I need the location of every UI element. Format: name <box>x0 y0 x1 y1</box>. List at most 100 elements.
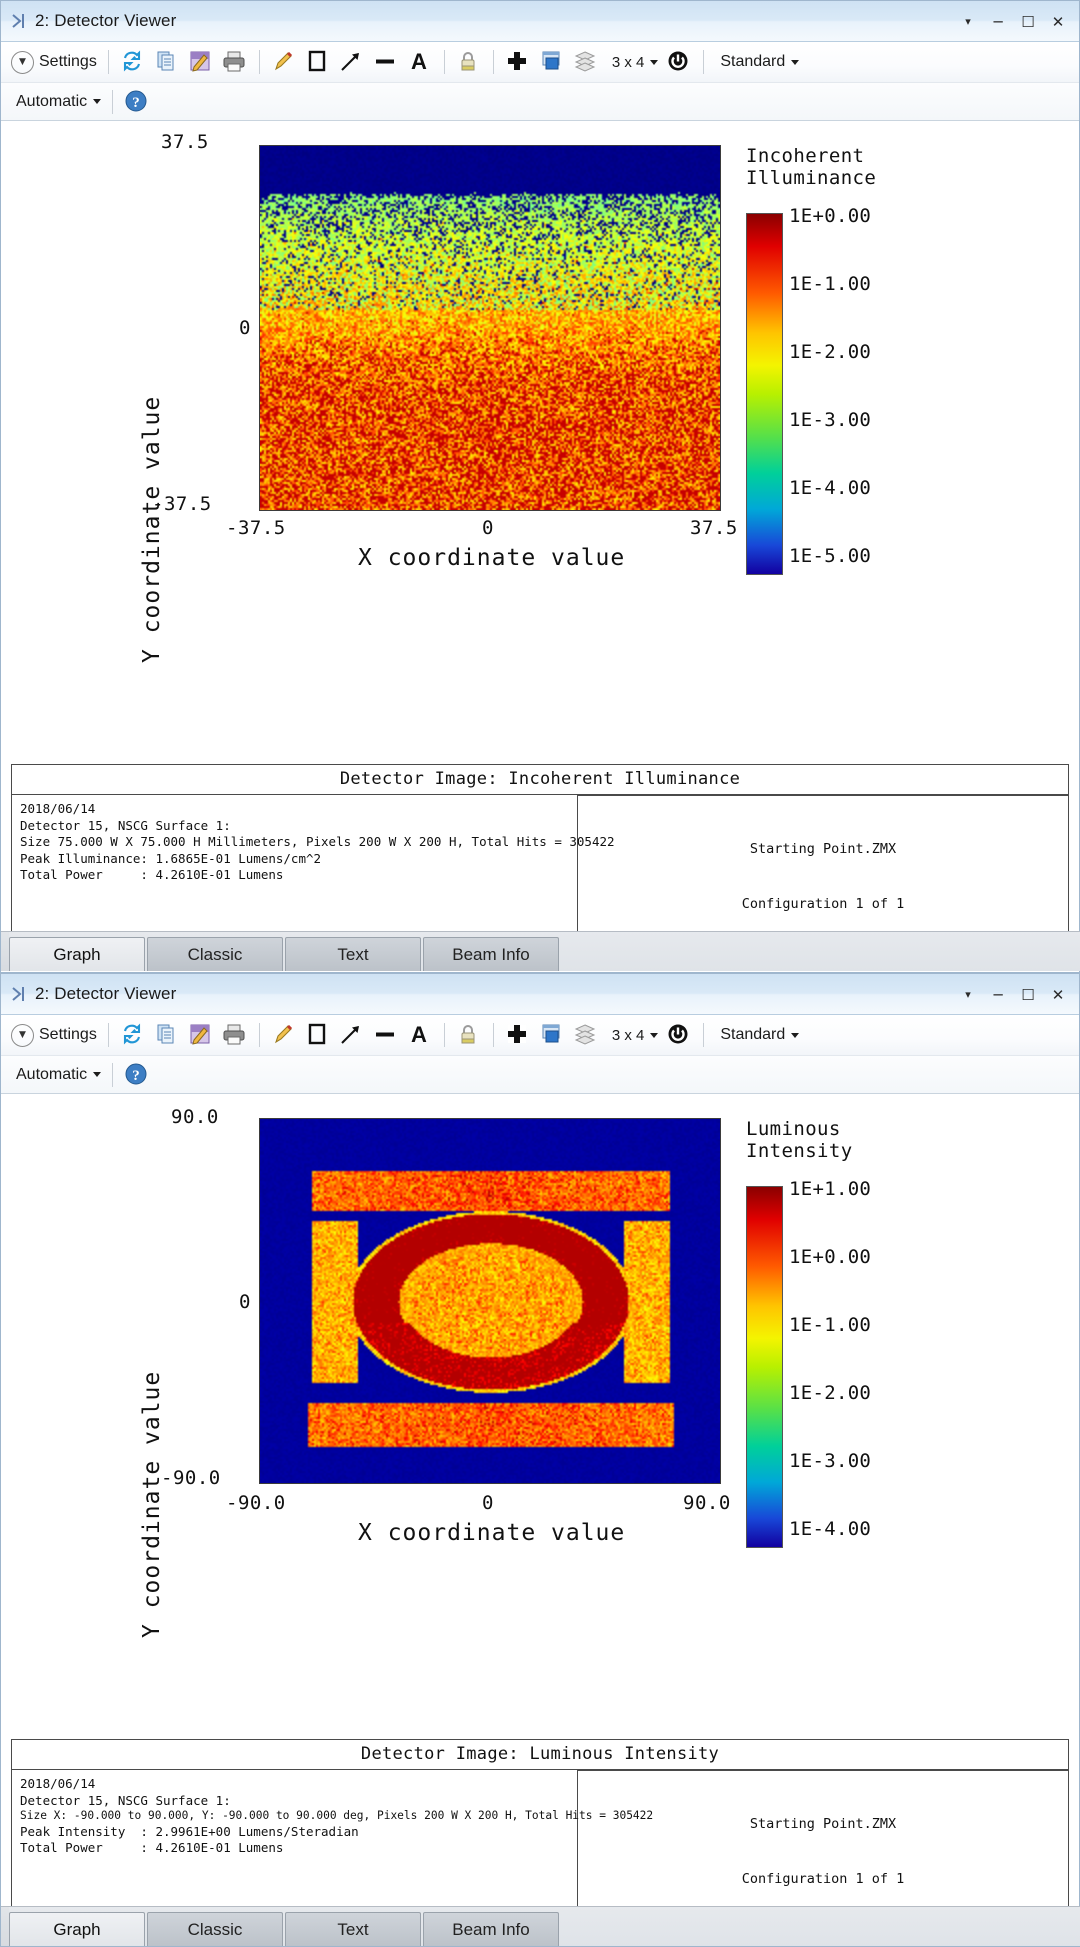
copy-button-2[interactable] <box>150 1020 184 1050</box>
detector-heatmap-1[interactable] <box>259 145 721 511</box>
view-tabbar-1: Graph Classic Text Beam Info <box>1 931 1080 971</box>
tab-graph-1[interactable]: Graph <box>9 937 145 971</box>
style-dropdown-2[interactable]: Standard <box>711 1020 803 1050</box>
main-toolbar-1: ▼ Settings <box>1 42 1079 83</box>
window-minimize-button-2[interactable]: ─ <box>983 980 1013 1010</box>
detector-viewer-window-2: 2: Detector Viewer ▾ ─ ☐ ✕ ▼ Settings <box>0 973 1080 1947</box>
window-close-button-2[interactable]: ✕ <box>1043 980 1073 1010</box>
arrow-icon <box>339 1022 365 1048</box>
pencil-annotation-button-1[interactable] <box>267 47 301 77</box>
settings-button-1[interactable]: ▼ Settings <box>7 47 101 77</box>
window-maximize-button-1[interactable]: ☐ <box>1013 7 1043 37</box>
tab-label: Text <box>337 1920 368 1940</box>
help-icon: ? <box>124 1062 150 1088</box>
colorbar-tick-2-1: 1E-2.00 <box>789 341 871 363</box>
layers-icon <box>573 49 599 75</box>
grid-size-label-1: 3 x 4 <box>612 54 645 71</box>
refresh-button-2[interactable] <box>116 1020 150 1050</box>
y-axis-label-1: Y coordinate value <box>139 396 165 663</box>
secondary-toolbar-2: Automatic ? <box>1 1056 1079 1094</box>
toolbar-separator <box>703 1023 704 1047</box>
arrow-annotation-button-1[interactable] <box>335 47 369 77</box>
y-tick-max-2: 90.0 <box>171 1106 219 1128</box>
view-tabbar-2: Graph Classic Text Beam Info <box>1 1906 1080 1946</box>
reset-button-1[interactable] <box>662 47 696 77</box>
arrow-icon <box>339 49 365 75</box>
window-minimize-button-1[interactable]: ─ <box>983 7 1013 37</box>
grid-size-dropdown-2[interactable]: 3 x 4 <box>603 1020 663 1050</box>
window-overlay-button-2[interactable] <box>535 1020 569 1050</box>
tab-beam-info-2[interactable]: Beam Info <box>423 1912 559 1946</box>
grid-size-dropdown-1[interactable]: 3 x 4 <box>603 47 663 77</box>
layers-button-1[interactable] <box>569 47 603 77</box>
file-name-1: Starting Point.ZMX <box>578 840 1068 858</box>
lock-button-1[interactable] <box>452 47 486 77</box>
tab-text-2[interactable]: Text <box>285 1912 421 1946</box>
window-overlay-icon <box>539 1022 565 1048</box>
print-button-1[interactable] <box>218 47 252 77</box>
pencil-annotation-button-2[interactable] <box>267 1020 301 1050</box>
text-annotation-button-2[interactable]: A <box>403 1020 437 1050</box>
svg-text:A: A <box>411 49 427 73</box>
tab-beam-info-1[interactable]: Beam Info <box>423 937 559 971</box>
y-tick-max-1: 37.5 <box>161 131 209 153</box>
window-collapse-button-2[interactable]: ▾ <box>953 980 983 1010</box>
chevron-down-circle-icon: ▼ <box>11 51 34 74</box>
toolbar-separator <box>493 50 494 74</box>
info-line-2: Size X: -90.000 to 90.000, Y: -90.000 to… <box>20 1809 577 1824</box>
save-as-button-2[interactable] <box>184 1020 218 1050</box>
rectangle-annotation-button-1[interactable] <box>301 47 335 77</box>
tab-classic-1[interactable]: Classic <box>147 937 283 971</box>
crosshair-layout-button-2[interactable] <box>501 1020 535 1050</box>
chevron-down-icon <box>791 60 799 65</box>
application-root: 2: Detector Viewer ▾ ─ ☐ ✕ ▼ Settings <box>0 0 1080 1947</box>
x-tick-mid-2: 0 <box>482 1492 494 1514</box>
settings-button-2[interactable]: ▼ Settings <box>7 1020 101 1050</box>
style-label-2: Standard <box>720 1026 785 1044</box>
print-icon <box>222 1022 248 1048</box>
lock-button-2[interactable] <box>452 1020 486 1050</box>
help-button-1[interactable]: ? <box>120 87 154 117</box>
copy-button-1[interactable] <box>150 47 184 77</box>
plot-area-2: Y coordinate value 90.0 0 -90.0 -90.0 0 … <box>11 1096 1071 1736</box>
arrow-annotation-button-2[interactable] <box>335 1020 369 1050</box>
tab-classic-2[interactable]: Classic <box>147 1912 283 1946</box>
print-button-2[interactable] <box>218 1020 252 1050</box>
svg-text:?: ? <box>132 1068 140 1084</box>
detector-heatmap-2[interactable] <box>259 1118 721 1484</box>
layers-button-2[interactable] <box>569 1020 603 1050</box>
line-annotation-button-2[interactable] <box>369 1020 403 1050</box>
colorbar-tick-3-1: 1E-3.00 <box>789 409 871 431</box>
tab-text-1[interactable]: Text <box>285 937 421 971</box>
window-overlay-button-1[interactable] <box>535 47 569 77</box>
info-title-1: Detector Image: Incoherent Illuminance <box>11 764 1069 794</box>
line-annotation-button-1[interactable] <box>369 47 403 77</box>
toolbar-separator <box>703 50 704 74</box>
copy-icon <box>154 1022 180 1048</box>
style-dropdown-1[interactable]: Standard <box>711 47 803 77</box>
help-button-2[interactable]: ? <box>120 1060 154 1090</box>
refresh-button-1[interactable] <box>116 47 150 77</box>
window-close-button-1[interactable]: ✕ <box>1043 7 1073 37</box>
info-line-4: Total Power : 4.2610E-01 Lumens <box>20 867 577 884</box>
colorbar-tick-2-2: 1E-1.00 <box>789 1314 871 1336</box>
colorbar-gradient-2 <box>746 1186 783 1548</box>
tab-graph-2[interactable]: Graph <box>9 1912 145 1946</box>
toolbar-separator <box>108 50 109 74</box>
rectangle-annotation-button-2[interactable] <box>301 1020 335 1050</box>
window-title-1: 2: Detector Viewer <box>35 11 176 31</box>
crosshair-layout-button-1[interactable] <box>501 47 535 77</box>
x-tick-mid-1: 0 <box>482 517 494 539</box>
window-maximize-button-2[interactable]: ☐ <box>1013 980 1043 1010</box>
save-as-button-1[interactable] <box>184 47 218 77</box>
mode-dropdown-1[interactable]: Automatic <box>7 87 105 117</box>
window-collapse-button-1[interactable]: ▾ <box>953 7 983 37</box>
text-A-icon: A <box>407 1022 433 1048</box>
reset-button-2[interactable] <box>662 1020 696 1050</box>
colorbar-title-1: Incoherent Illuminance <box>746 145 876 190</box>
tab-label: Classic <box>188 945 243 965</box>
info-line-0: 2018/06/14 <box>20 801 577 818</box>
text-annotation-button-1[interactable]: A <box>403 47 437 77</box>
mode-dropdown-2[interactable]: Automatic <box>7 1060 105 1090</box>
y-tick-min-2: -90.0 <box>161 1467 221 1489</box>
